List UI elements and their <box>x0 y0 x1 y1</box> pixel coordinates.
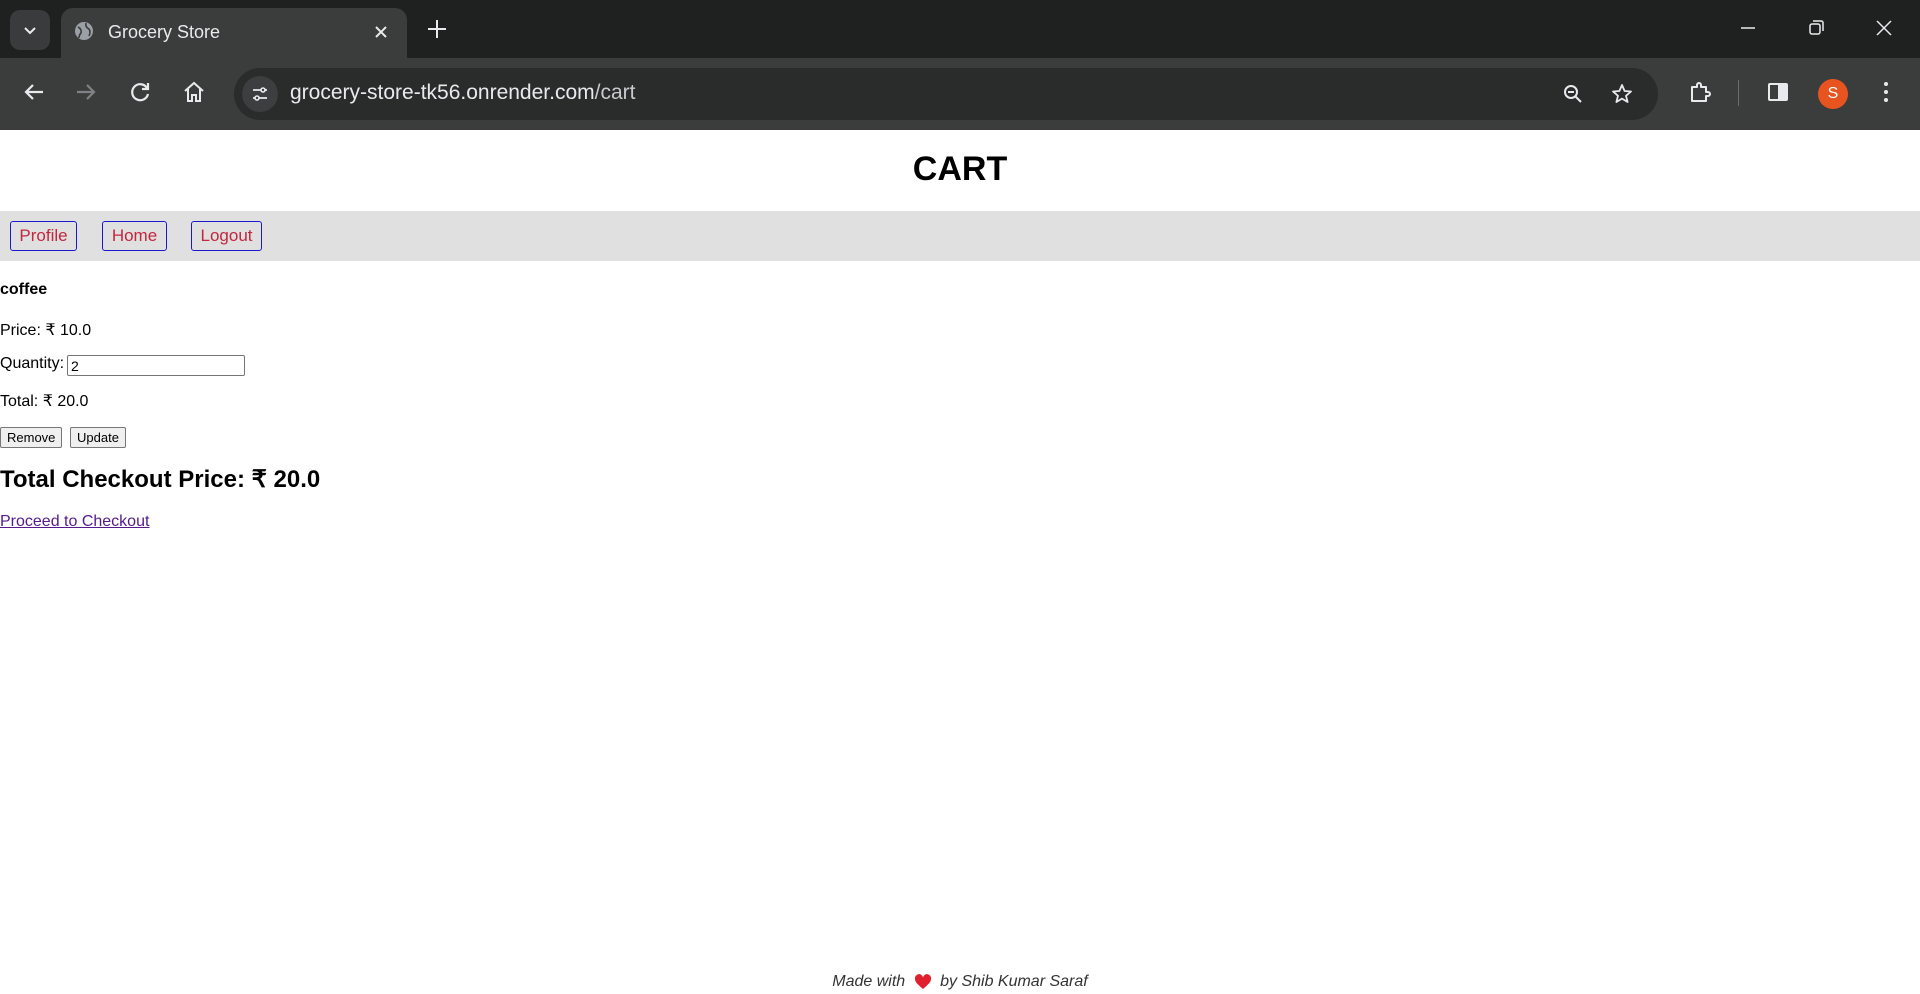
menu-icon[interactable] <box>1874 78 1898 106</box>
cart-item-total: Total: ₹ 20.0 <box>0 393 89 410</box>
restore-icon[interactable] <box>1804 16 1828 40</box>
back-icon[interactable] <box>20 78 48 106</box>
home-button[interactable]: Home <box>102 221 167 251</box>
browser-chrome: Grocery Store grocery-store-tk56.onrende… <box>0 0 1920 130</box>
update-button[interactable]: Update <box>70 427 126 448</box>
page-content: CART Profile Home Logout coffee Price: ₹… <box>0 130 1920 994</box>
url-host: grocery-store-tk56.onrender.com <box>290 81 595 104</box>
footer-text-after: by Shib Kumar Saraf <box>940 973 1088 990</box>
footer-text-before: Made with <box>832 973 906 990</box>
site-info-button[interactable] <box>242 76 278 112</box>
checkout-total-price: Total Checkout Price: ₹ 20.0 <box>0 466 321 493</box>
heart-icon <box>914 973 931 989</box>
minimize-icon[interactable] <box>1736 16 1760 40</box>
footer: Made with by Shib Kumar Saraf <box>0 973 1920 991</box>
home-icon[interactable] <box>180 78 208 106</box>
proceed-to-checkout-link[interactable]: Proceed to Checkout <box>0 513 149 531</box>
cart-item-name: coffee <box>0 281 48 298</box>
navbar: Profile Home Logout <box>0 211 1920 261</box>
address-bar[interactable]: grocery-store-tk56.onrender.com/cart <box>234 68 1658 120</box>
zoom-icon[interactable] <box>1561 82 1585 106</box>
page-title: CART <box>912 150 1008 188</box>
bookmark-star-icon[interactable] <box>1610 82 1634 106</box>
globe-icon <box>75 22 93 40</box>
tab-title: Grocery Store <box>108 22 221 42</box>
profile-button[interactable]: Profile <box>10 221 77 251</box>
extensions-icon[interactable] <box>1686 78 1714 106</box>
profile-avatar[interactable]: S <box>1818 79 1848 109</box>
tab-strip: Grocery Store <box>0 0 1920 58</box>
quantity-label: Quantity: <box>0 355 65 372</box>
tab-search-button[interactable] <box>10 10 50 50</box>
logout-button[interactable]: Logout <box>191 221 262 251</box>
new-tab-icon[interactable] <box>423 15 451 43</box>
side-panel-icon[interactable] <box>1764 78 1792 106</box>
url-path: /cart <box>594 81 636 104</box>
cart-item-price: Price: ₹ 10.0 <box>0 322 92 339</box>
site-info-icon <box>253 87 267 101</box>
reload-icon[interactable] <box>126 78 154 106</box>
window-close-icon[interactable] <box>1872 16 1896 40</box>
tab-search-icon <box>24 27 36 35</box>
remove-button[interactable]: Remove <box>0 427 63 448</box>
close-icon[interactable] <box>369 20 393 44</box>
browser-toolbar: grocery-store-tk56.onrender.com/cart S <box>0 58 1920 130</box>
active-tab[interactable]: Grocery Store <box>61 8 407 58</box>
url-text: grocery-store-tk56.onrender.com/cart <box>290 81 635 105</box>
quantity-input[interactable] <box>67 355 245 376</box>
forward-icon[interactable] <box>72 78 100 106</box>
toolbar-separator <box>1738 80 1739 106</box>
